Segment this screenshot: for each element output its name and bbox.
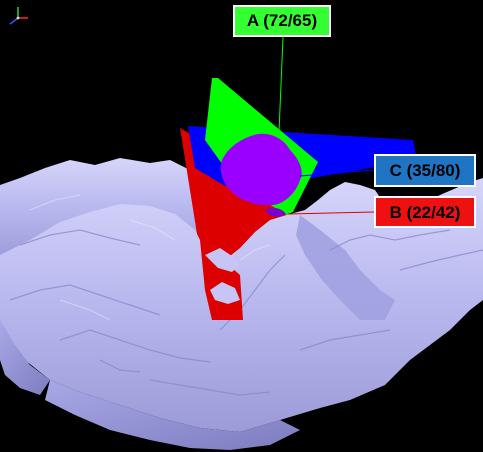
leader-line-a — [278, 36, 284, 133]
3d-viewport[interactable]: A (72/65) C (35/80) B (22/42) — [0, 0, 483, 452]
plane-b-label[interactable]: B (22/42) — [374, 196, 476, 228]
xyz-axes-icon[interactable] — [4, 4, 34, 28]
plane-a-label[interactable]: A (72/65) — [233, 5, 331, 37]
plane-c-label[interactable]: C (35/80) — [374, 154, 476, 187]
